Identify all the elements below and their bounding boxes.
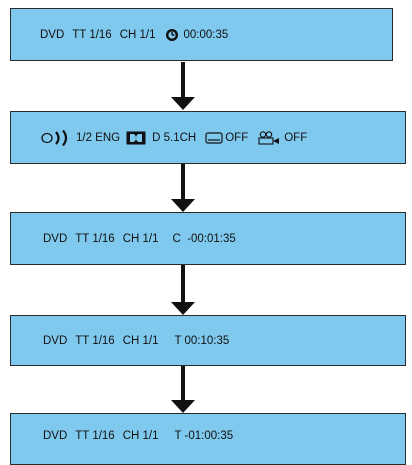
title-counter: TT 1/16 xyxy=(72,28,112,41)
time-display: T -01:00:35 xyxy=(174,430,234,442)
osd-panel-elapsed-time: DVD TT 1/16 CH 1/1 00:00:35 xyxy=(10,8,393,61)
osd-panel-title-elapsed: DVD TT 1/16 CH 1/1 T 00:10:35 xyxy=(10,315,406,366)
disc-type: DVD xyxy=(43,334,68,347)
subtitle-icon xyxy=(205,131,223,144)
chapter-counter: CH 1/1 xyxy=(119,28,156,41)
camera-angle-icon xyxy=(258,130,280,145)
dolby-icon xyxy=(126,131,146,145)
osd-panel-chapter-remaining: DVD TT 1/16 CH 1/1 C -00:01:35 xyxy=(10,212,406,265)
clock-icon xyxy=(165,28,179,42)
flow-arrow xyxy=(169,366,197,413)
angle-status: OFF xyxy=(284,131,308,144)
flow-arrow xyxy=(169,164,197,212)
time-display: C -00:01:35 xyxy=(172,232,236,245)
subtitle-status: OFF xyxy=(225,131,249,144)
flow-arrow xyxy=(169,62,197,110)
disc-type: DVD xyxy=(43,430,68,442)
sound-format: D 5.1CH xyxy=(152,131,197,144)
disc-type: DVD xyxy=(40,28,65,41)
disc-type: DVD xyxy=(43,232,68,245)
osd-panel-title-remaining: DVD TT 1/16 CH 1/1 T -01:00:35 xyxy=(10,413,406,465)
osd-panel-audio-settings: 1/2 ENG D 5.1CH OFF OFF xyxy=(10,111,406,164)
flow-arrow xyxy=(169,265,197,315)
title-counter: TT 1/16 xyxy=(75,232,115,245)
title-counter: TT 1/16 xyxy=(75,430,115,442)
chapter-counter: CH 1/1 xyxy=(122,232,159,245)
time-display: 00:00:35 xyxy=(183,28,229,41)
audio-track: 1/2 ENG xyxy=(76,131,121,144)
title-counter: TT 1/16 xyxy=(75,334,115,347)
chapter-counter: CH 1/1 xyxy=(122,334,159,347)
chapter-counter: CH 1/1 xyxy=(122,430,159,442)
time-display: T 00:10:35 xyxy=(174,334,230,347)
audio-waves-icon xyxy=(41,129,75,146)
